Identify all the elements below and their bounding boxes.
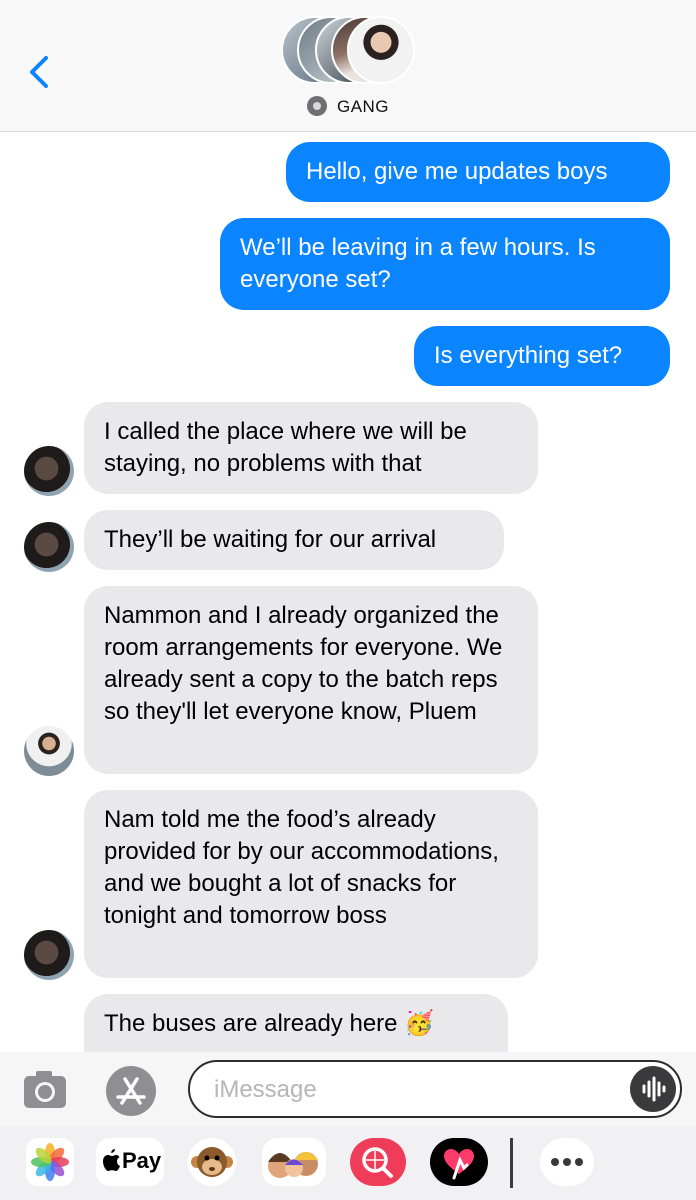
apple-pay-button[interactable]: Pay [96,1138,164,1186]
app-store-button[interactable] [106,1066,156,1116]
message-input-bar [0,1052,696,1126]
camera-button[interactable] [22,1068,68,1112]
monkey-memoji-icon [188,1138,236,1186]
memoji-stickers-button[interactable] [262,1138,326,1186]
more-apps-button[interactable] [540,1138,594,1186]
imessage-field[interactable] [188,1060,682,1118]
incoming-message[interactable]: I called the place where we will be stay… [84,402,538,494]
incoming-message[interactable]: Nam told me the food’s already provided … [84,790,538,978]
outgoing-message[interactable]: We’ll be leaving in a few hours. Is ever… [220,218,670,310]
apple-logo-icon [103,1149,120,1171]
app-drawer-divider [510,1138,513,1188]
voice-message-button[interactable] [630,1066,676,1112]
digital-touch-button[interactable] [430,1138,488,1186]
outgoing-message[interactable]: Is everything set? [414,326,670,386]
group-name[interactable]: GANG [0,96,696,117]
sender-avatar[interactable] [24,930,74,980]
back-button[interactable] [22,48,62,96]
sender-avatar[interactable] [24,446,74,496]
group-avatar-stack[interactable] [281,16,421,88]
image-search-icon [350,1138,406,1186]
apple-pay-label: Pay [122,1148,162,1173]
waveform-icon [642,1076,666,1102]
group-member-avatar [347,16,415,84]
app-store-icon [116,1077,146,1105]
group-photo-icon [306,96,327,116]
message-input[interactable] [212,1070,616,1110]
animoji-app-button[interactable] [186,1138,238,1186]
camera-icon [24,1071,66,1108]
incoming-message[interactable]: Nammon and I already organized the room … [84,586,538,774]
photos-icon [26,1138,74,1186]
app-drawer: Pay [0,1126,696,1200]
memoji-stickers-icon [262,1138,326,1186]
sender-avatar[interactable] [24,522,74,572]
conversation-header: GANG [0,0,696,132]
more-icon [540,1138,594,1186]
digital-touch-icon [430,1138,488,1186]
chevron-left-icon [30,56,48,88]
image-search-button[interactable] [350,1138,406,1186]
photos-app-button[interactable] [24,1138,76,1186]
outgoing-message[interactable]: Hello, give me updates boys [286,142,670,202]
incoming-message[interactable]: They’ll be waiting for our arrival [84,510,504,570]
group-name-label: GANG [336,97,390,116]
sender-avatar[interactable] [24,726,74,776]
